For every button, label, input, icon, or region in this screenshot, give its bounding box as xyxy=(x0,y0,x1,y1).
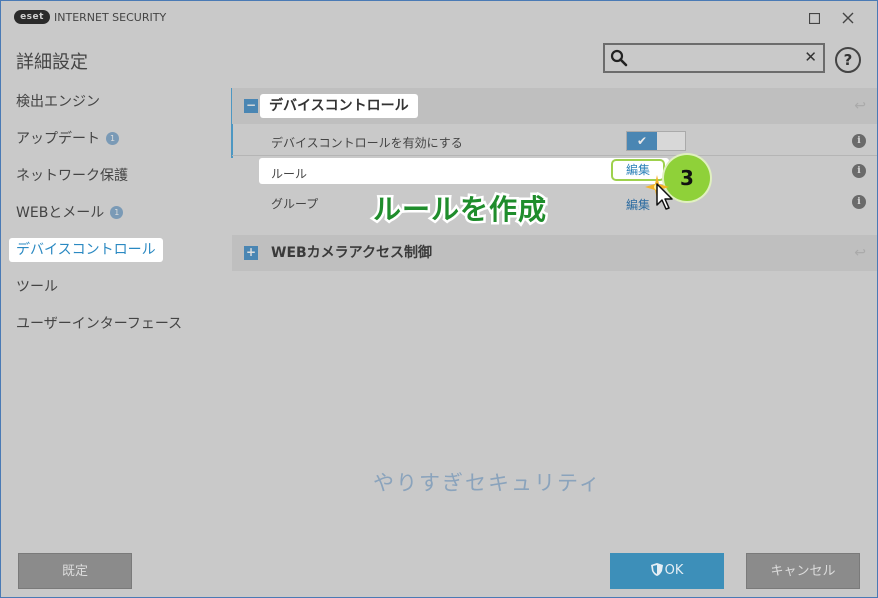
annotation-callout: ルールを作成 xyxy=(370,191,548,229)
setting-label: ルール xyxy=(271,167,308,181)
title-bar: eset INTERNET SECURITY xyxy=(1,1,877,35)
ok-button[interactable]: OK xyxy=(610,553,724,589)
sidebar-item-web-and-mail[interactable]: WEBとメール 1 xyxy=(16,203,124,223)
expand-icon[interactable]: + xyxy=(244,246,258,260)
sidebar-item-update[interactable]: アップデート 1 xyxy=(16,129,119,149)
page-title: 詳細設定 xyxy=(16,52,88,73)
maximize-button[interactable] xyxy=(799,6,829,30)
revert-icon[interactable]: ↩ xyxy=(854,98,866,114)
collapse-icon[interactable]: − xyxy=(244,99,258,113)
sidebar-item-tools[interactable]: ツール xyxy=(16,277,58,297)
mouse-cursor-icon xyxy=(656,183,673,210)
sidebar-item-detection-engine[interactable]: 検出エンジン xyxy=(16,92,100,112)
settings-window: eset INTERNET SECURITY 詳細設定 ✕ ? 検出エンジン ア… xyxy=(0,0,878,598)
info-icon[interactable]: i xyxy=(852,134,866,148)
cancel-button[interactable]: キャンセル xyxy=(746,553,860,589)
setting-label: デバイスコントロールを有効にする xyxy=(271,136,463,150)
setting-row-enable-device-control: デバイスコントロールを有効にする ✔ i xyxy=(232,126,877,156)
app-title: INTERNET SECURITY xyxy=(54,11,167,24)
search-icon xyxy=(610,49,628,67)
section-title-webcam-access: WEBカメラアクセス制御 xyxy=(271,245,432,261)
sidebar-item-user-interface[interactable]: ユーザーインターフェース xyxy=(16,314,182,334)
section-header-device-control[interactable]: − デバイスコントロール ↩ xyxy=(232,88,877,124)
watermark-text: やりすぎセキュリティ xyxy=(373,471,602,495)
close-button[interactable] xyxy=(833,6,863,30)
section-header-webcam-access[interactable]: + WEBカメラアクセス制御 ↩ xyxy=(232,235,877,271)
check-icon: ✔ xyxy=(627,132,657,150)
web-mail-count-badge: 1 xyxy=(110,206,124,219)
eset-logo: eset xyxy=(14,10,50,24)
close-icon xyxy=(842,12,854,24)
clear-search-icon[interactable]: ✕ xyxy=(804,48,817,66)
enable-device-control-toggle[interactable]: ✔ xyxy=(626,131,686,151)
sidebar-item-device-control[interactable]: デバイスコントロール xyxy=(9,238,163,262)
shield-icon xyxy=(650,563,663,576)
maximize-icon xyxy=(808,12,820,24)
setting-label: グループ xyxy=(271,197,319,211)
info-icon[interactable]: i xyxy=(852,164,866,178)
default-button[interactable]: 既定 xyxy=(18,553,132,589)
sidebar-item-network-protection[interactable]: ネットワーク保護 xyxy=(16,166,128,186)
help-icon[interactable]: ? xyxy=(835,47,861,73)
rules-row-highlight xyxy=(259,158,669,184)
update-count-badge: 1 xyxy=(106,132,119,145)
setting-row-groups: グループ 編集 i xyxy=(232,187,877,217)
revert-icon[interactable]: ↩ xyxy=(854,245,866,261)
search-box[interactable]: ✕ xyxy=(603,43,825,73)
setting-row-rules: ルール 編集 i xyxy=(232,156,877,186)
info-icon[interactable]: i xyxy=(852,195,866,209)
section-title-device-control: デバイスコントロール xyxy=(260,94,418,118)
